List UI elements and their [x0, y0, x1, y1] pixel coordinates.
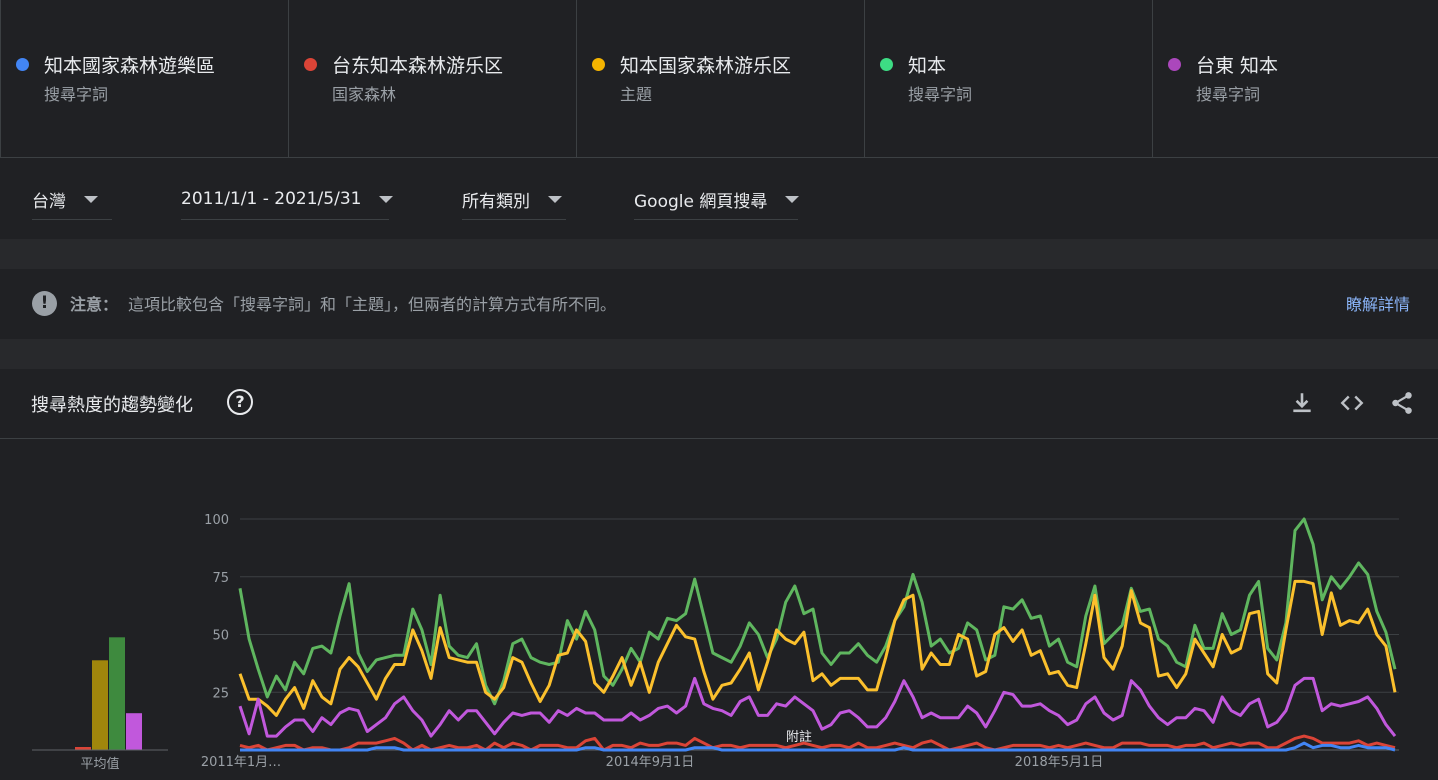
- interest-over-time-card: 搜尋熱度的趨勢變化 ? 25 50 75 100 2011年1月… 2014年9月1日 20…: [0, 369, 1438, 780]
- category-value: 所有類別: [462, 191, 530, 212]
- term-name: 台东知本森林游乐区: [332, 55, 504, 77]
- term-type: 搜尋字詞: [1196, 85, 1261, 104]
- term-type: 主題: [620, 85, 653, 104]
- card-title: 搜尋熱度的趨勢變化: [31, 395, 193, 416]
- section-divider: [0, 239, 1438, 269]
- term-color-dot: [880, 58, 893, 71]
- date-range-dropdown[interactable]: 2011/1/1 - 2021/5/31: [181, 179, 394, 220]
- search-property-value: Google 網頁搜尋: [634, 191, 768, 212]
- term-name: 台東 知本: [1196, 55, 1279, 77]
- code-icon[interactable]: [1339, 390, 1365, 416]
- y-tick-label: 25: [212, 686, 229, 701]
- average-label: 平均值: [80, 756, 119, 772]
- term-type: 国家森林: [332, 85, 397, 104]
- question-circle-icon[interactable]: ?: [227, 389, 253, 415]
- series-line-知本国家森林游乐区: [238, 579, 1397, 717]
- chevron-down-icon: [84, 195, 98, 203]
- term-color-dot: [16, 58, 29, 71]
- alert-icon: !: [32, 291, 57, 316]
- series-line-台东知本森林游乐区: [239, 734, 1396, 752]
- comparison-notice: ! 注意： 這項比較包含「搜尋字詞」和「主題」，但兩者的計算方式有所不同。 瞭解…: [0, 269, 1438, 339]
- term-name: 知本: [908, 55, 947, 77]
- term-type: 搜尋字詞: [44, 85, 109, 104]
- term-card-3[interactable]: 知本国家森林游乐区 主題: [576, 0, 864, 157]
- trend-chart[interactable]: 25 50 75 100 2011年1月… 2014年9月1日 2018年5月1日 附註平均值: [0, 439, 1438, 780]
- compare-terms-bar: 知本國家森林遊樂區 搜尋字詞 台东知本森林游乐区 国家森林 知本国家森林游乐区 …: [0, 0, 1438, 158]
- term-card-2[interactable]: 台东知本森林游乐区 国家森林: [288, 0, 576, 157]
- chevron-down-icon: [379, 195, 394, 203]
- footnote-label: 附註: [786, 730, 812, 745]
- search-property-dropdown[interactable]: Google 網頁搜尋: [634, 179, 800, 220]
- y-tick-label: 50: [212, 629, 229, 644]
- region-value: 台灣: [32, 191, 66, 212]
- term-card-5[interactable]: 台東 知本 搜尋字詞: [1152, 0, 1438, 157]
- download-icon[interactable]: [1289, 390, 1315, 416]
- term-card-4[interactable]: 知本 搜尋字詞: [864, 0, 1152, 157]
- chevron-down-icon: [785, 195, 800, 203]
- x-tick-label: 2018年5月1日: [1015, 755, 1104, 770]
- notice-label: 注意：: [70, 295, 119, 314]
- share-icon[interactable]: [1389, 390, 1415, 416]
- section-divider: [0, 339, 1438, 369]
- chart-axis-labels: 25 50 75 100 2011年1月… 2014年9月1日 2018年5月1日 附註平均值: [80, 513, 1103, 772]
- term-type: 搜尋字詞: [908, 85, 973, 104]
- trend-lines: [238, 517, 1397, 752]
- date-range-value: 2011/1/1 - 2021/5/31: [181, 189, 362, 209]
- term-color-dot: [304, 58, 317, 71]
- average-bar-chart: [32, 637, 168, 751]
- learn-more-link[interactable]: 瞭解詳情: [1346, 291, 1410, 315]
- notice-text: 這項比較包含「搜尋字詞」和「主題」，但兩者的計算方式有所不同。: [128, 295, 617, 314]
- filters-bar: 台灣 2011/1/1 - 2021/5/31 所有類別 Google 網頁搜尋: [0, 157, 1438, 239]
- x-tick-label: 2014年9月1日: [606, 755, 695, 770]
- term-color-dot: [592, 58, 605, 71]
- x-tick-label: 2011年1月…: [201, 755, 281, 770]
- chevron-down-icon: [548, 195, 562, 203]
- term-card-1[interactable]: 知本國家森林遊樂區 搜尋字詞: [0, 0, 288, 157]
- term-name: 知本国家森林游乐区: [620, 55, 792, 77]
- y-tick-label: 75: [212, 571, 229, 586]
- category-dropdown[interactable]: 所有類別: [462, 179, 566, 220]
- term-name: 知本國家森林遊樂區: [44, 55, 216, 77]
- card-header: 搜尋熱度的趨勢變化 ?: [0, 369, 1438, 439]
- y-tick-label: 100: [204, 513, 229, 528]
- region-dropdown[interactable]: 台灣: [32, 179, 112, 220]
- average-bar: [92, 660, 108, 750]
- average-bar: [109, 637, 125, 750]
- average-bar: [126, 713, 142, 750]
- term-color-dot: [1168, 58, 1181, 71]
- series-line-台東 知本: [238, 676, 1397, 738]
